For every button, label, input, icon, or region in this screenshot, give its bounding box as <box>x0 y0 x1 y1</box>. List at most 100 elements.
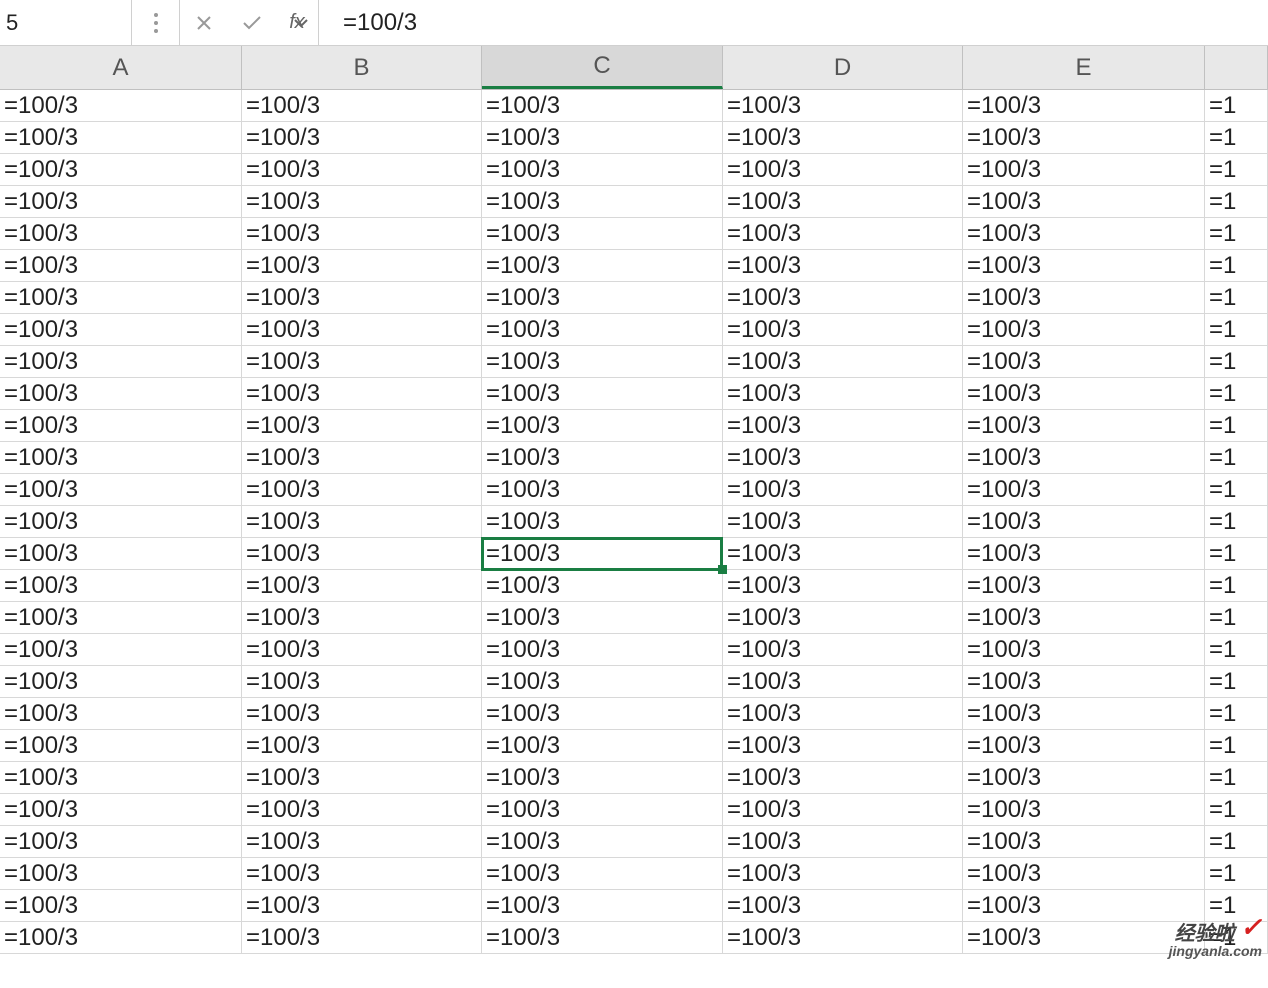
cell[interactable]: =100/3 <box>963 762 1205 794</box>
cell[interactable]: =100/3 <box>242 634 482 666</box>
cell[interactable]: =100/3 <box>0 794 242 826</box>
cell[interactable]: =100/3 <box>723 282 963 314</box>
cell[interactable]: =1 <box>1205 570 1268 602</box>
cell[interactable]: =1 <box>1205 698 1268 730</box>
formula-input[interactable]: =100/3 <box>319 0 1268 45</box>
cell[interactable]: =100/3 <box>723 826 963 858</box>
cell[interactable]: =100/3 <box>242 314 482 346</box>
cell[interactable]: =100/3 <box>242 538 482 570</box>
cell[interactable]: =100/3 <box>242 346 482 378</box>
cell[interactable]: =100/3 <box>242 218 482 250</box>
cell[interactable]: =100/3 <box>723 794 963 826</box>
cell[interactable]: =100/3 <box>723 602 963 634</box>
cell[interactable]: =100/3 <box>482 282 723 314</box>
cell[interactable]: =100/3 <box>482 826 723 858</box>
cell[interactable]: =100/3 <box>242 666 482 698</box>
cell[interactable]: =100/3 <box>963 634 1205 666</box>
cell[interactable]: =1 <box>1205 186 1268 218</box>
cell[interactable]: =100/3 <box>0 538 242 570</box>
cell[interactable]: =100/3 <box>963 570 1205 602</box>
cell[interactable]: =100/3 <box>0 922 242 954</box>
cell[interactable]: =100/3 <box>0 858 242 890</box>
cell[interactable]: =100/3 <box>963 666 1205 698</box>
cell[interactable]: =100/3 <box>0 218 242 250</box>
cell[interactable]: =100/3 <box>0 250 242 282</box>
cell[interactable]: =100/3 <box>963 378 1205 410</box>
cell[interactable]: =1 <box>1205 474 1268 506</box>
column-header-B[interactable]: B <box>242 46 482 89</box>
cell[interactable]: =100/3 <box>242 570 482 602</box>
cell[interactable]: =100/3 <box>963 218 1205 250</box>
fx-label[interactable]: fx <box>276 0 318 45</box>
cell[interactable]: =100/3 <box>482 666 723 698</box>
cell[interactable]: =100/3 <box>963 538 1205 570</box>
cell[interactable]: =100/3 <box>242 378 482 410</box>
cell[interactable]: =100/3 <box>482 890 723 922</box>
cell[interactable]: =1 <box>1205 218 1268 250</box>
cell[interactable]: =100/3 <box>963 410 1205 442</box>
cell[interactable]: =100/3 <box>963 730 1205 762</box>
cell[interactable]: =1 <box>1205 858 1268 890</box>
cancel-edit-button[interactable] <box>180 0 228 45</box>
cell[interactable]: =100/3 <box>482 474 723 506</box>
cell[interactable]: =100/3 <box>482 922 723 954</box>
column-header-A[interactable]: A <box>0 46 242 89</box>
cell[interactable]: =1 <box>1205 762 1268 794</box>
cell[interactable]: =100/3 <box>723 410 963 442</box>
menu-more-button[interactable] <box>132 0 180 45</box>
cell[interactable]: =100/3 <box>482 506 723 538</box>
cell[interactable]: =100/3 <box>242 442 482 474</box>
cell[interactable]: =100/3 <box>723 762 963 794</box>
cell[interactable]: =100/3 <box>242 602 482 634</box>
cell[interactable]: =100/3 <box>482 442 723 474</box>
cell[interactable]: =100/3 <box>723 314 963 346</box>
cell[interactable]: =100/3 <box>0 666 242 698</box>
cell[interactable]: =100/3 <box>0 378 242 410</box>
cell[interactable]: =100/3 <box>482 90 723 122</box>
cell[interactable]: =100/3 <box>963 90 1205 122</box>
column-header-C[interactable]: C <box>482 46 723 89</box>
cell[interactable]: =100/3 <box>482 218 723 250</box>
cell[interactable]: =100/3 <box>242 186 482 218</box>
cell[interactable]: =100/3 <box>963 698 1205 730</box>
cell[interactable]: =100/3 <box>242 826 482 858</box>
cell[interactable]: =100/3 <box>242 250 482 282</box>
cell[interactable]: =100/3 <box>0 154 242 186</box>
cell[interactable]: =100/3 <box>242 410 482 442</box>
cell[interactable]: =100/3 <box>242 730 482 762</box>
cell[interactable]: =100/3 <box>242 506 482 538</box>
cell[interactable]: =100/3 <box>963 250 1205 282</box>
cell[interactable]: =100/3 <box>723 474 963 506</box>
cell[interactable]: =100/3 <box>723 730 963 762</box>
cell[interactable]: =1 <box>1205 794 1268 826</box>
fill-handle[interactable] <box>718 565 727 574</box>
cell[interactable]: =1 <box>1205 154 1268 186</box>
cell[interactable]: =100/3 <box>0 698 242 730</box>
cell[interactable]: =100/3 <box>242 474 482 506</box>
cell[interactable]: =100/3 <box>723 122 963 154</box>
cell[interactable]: =100/3 <box>963 506 1205 538</box>
cell[interactable]: =100/3 <box>963 282 1205 314</box>
cell[interactable]: =100/3 <box>723 154 963 186</box>
cell[interactable]: =100/3 <box>723 634 963 666</box>
cell[interactable]: =100/3 <box>723 858 963 890</box>
cell[interactable]: =1 <box>1205 90 1268 122</box>
cell[interactable]: =100/3 <box>0 602 242 634</box>
cell[interactable]: =100/3 <box>0 762 242 794</box>
spreadsheet-grid[interactable]: =100/3=100/3=100/3=100/3=100/3=1=100/3=1… <box>0 90 1268 954</box>
cell[interactable]: =1 <box>1205 282 1268 314</box>
cell[interactable]: =100/3 <box>0 890 242 922</box>
cell[interactable]: =1 <box>1205 826 1268 858</box>
cell[interactable]: =1 <box>1205 250 1268 282</box>
cell[interactable]: =100/3 <box>482 346 723 378</box>
cell[interactable]: =100/3 <box>242 794 482 826</box>
cell[interactable]: =100/3 <box>242 698 482 730</box>
cell[interactable]: =100/3 <box>723 346 963 378</box>
cell[interactable]: =100/3 <box>0 570 242 602</box>
cell[interactable]: =100/3 <box>963 314 1205 346</box>
cell[interactable]: =1 <box>1205 506 1268 538</box>
cell[interactable]: =100/3 <box>723 250 963 282</box>
cell[interactable]: =100/3 <box>482 186 723 218</box>
cell[interactable]: =100/3 <box>242 154 482 186</box>
cell[interactable]: =100/3 <box>482 570 723 602</box>
